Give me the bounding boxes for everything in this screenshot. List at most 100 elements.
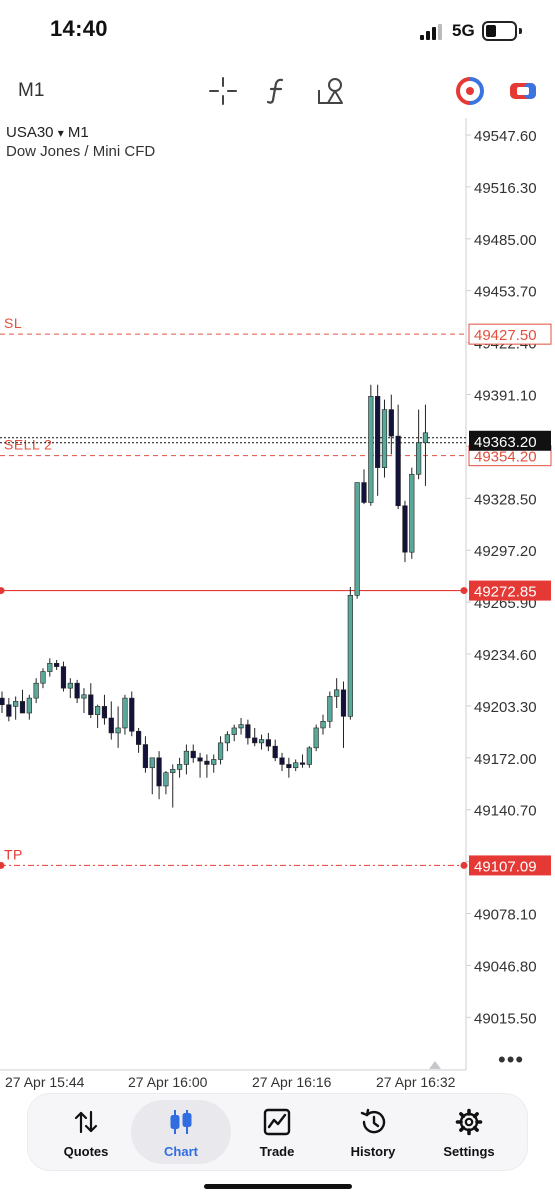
level-label: TP [4, 846, 23, 862]
candle [347, 587, 353, 720]
network-type: 5G [452, 21, 475, 40]
candle [252, 727, 258, 747]
nav-history[interactable]: History [323, 1100, 423, 1164]
candle [334, 678, 340, 709]
candle-body [252, 737, 258, 744]
candle-body [402, 505, 408, 553]
nav-chart[interactable]: Chart [131, 1100, 231, 1164]
status-time: 14:40 [50, 16, 108, 41]
candle-body [176, 764, 183, 770]
candle-body [409, 473, 415, 553]
candle [416, 409, 422, 480]
candle [306, 746, 312, 768]
candle-body [13, 701, 19, 707]
time-label: 27 Apr 15:44 [5, 1074, 85, 1090]
candle-body [368, 396, 374, 503]
candle [40, 668, 46, 689]
candle [33, 678, 39, 704]
candle-body [108, 717, 114, 734]
candle-body [340, 689, 347, 717]
objects-icon[interactable] [316, 76, 346, 106]
candle [176, 757, 183, 778]
nav-trade[interactable]: Trade [227, 1100, 327, 1164]
price-tick-label: 49078.10 [474, 907, 537, 924]
price-tick-label: 49015.50 [474, 1010, 537, 1027]
price-tick-label: 49328.50 [474, 491, 537, 508]
candle [375, 384, 381, 496]
candle [115, 706, 121, 748]
candle [60, 661, 67, 692]
candle-body [293, 762, 299, 769]
symbol-description: Dow Jones / Mini CFD [6, 143, 156, 160]
symbol-timeframe: M1 [67, 124, 89, 141]
candle [293, 759, 299, 772]
symbol-header[interactable]: USA30 ▾ M1 [6, 124, 89, 141]
candle-body [33, 682, 39, 699]
candle-body [422, 432, 429, 444]
order-switch-icon[interactable] [455, 76, 485, 106]
candle [258, 734, 265, 750]
candle-body [245, 724, 251, 739]
candle [54, 659, 60, 670]
timeframe-selector[interactable]: M1 [18, 80, 44, 102]
status-bar: 14:40 5G [0, 0, 555, 62]
candle [409, 467, 415, 559]
candle-body [136, 730, 142, 745]
candle [299, 754, 306, 768]
level-handle-right [460, 587, 468, 595]
price-chart[interactable]: 49547.6049516.3049485.0049453.7049422.40… [0, 118, 555, 1071]
candle-body [163, 772, 169, 787]
candle [245, 719, 251, 745]
candle-body [95, 706, 101, 715]
nav-label: Quotes [63, 1144, 109, 1159]
candle [354, 482, 360, 599]
scroll-to-end-icon[interactable] [429, 1061, 441, 1069]
time-axis: 27 Apr 15:44 27 Apr 16:00 27 Apr 16:16 2… [0, 1070, 555, 1094]
crosshair-icon[interactable] [208, 76, 238, 106]
candle-body [299, 762, 306, 765]
candle [13, 696, 19, 720]
battery-tip [519, 28, 522, 34]
candle [402, 500, 408, 563]
nav-settings[interactable]: Settings [419, 1100, 519, 1164]
candle [217, 736, 224, 765]
candle [26, 694, 32, 720]
indicators-icon[interactable] [262, 76, 292, 106]
trade-switch-icon[interactable] [508, 76, 538, 106]
candle [313, 724, 319, 752]
candle-body [190, 750, 196, 759]
candle [190, 744, 196, 763]
candle-body [40, 671, 46, 684]
candle-body [129, 697, 135, 732]
level-handle-left [0, 861, 5, 869]
candle-body [81, 694, 87, 699]
price-tick-label: 49547.60 [474, 128, 537, 145]
quotes-icon [74, 1110, 98, 1134]
candle-body [354, 482, 360, 596]
candle-body [416, 442, 422, 475]
candle-body [272, 745, 278, 759]
candle [95, 704, 101, 728]
chart-area[interactable]: 49547.6049516.3049485.0049453.7049422.40… [0, 118, 555, 1071]
level-handle-left [0, 587, 5, 595]
candle-body [334, 689, 340, 697]
candle [136, 727, 142, 753]
candle-body [67, 682, 73, 689]
candle-body [170, 769, 176, 774]
candle-body [217, 742, 224, 760]
nav-label: Settings [443, 1144, 495, 1159]
candle-body [279, 757, 285, 765]
candle-body [320, 721, 326, 729]
candle-body [238, 724, 244, 729]
candle-body [258, 739, 265, 744]
nav-label: Trade [259, 1144, 295, 1159]
candle-body [197, 757, 203, 762]
chart-toolbar: M1 [0, 62, 555, 118]
candle [340, 681, 347, 748]
time-label: 27 Apr 16:00 [128, 1074, 208, 1090]
candle [142, 736, 149, 773]
candle [81, 688, 87, 714]
price-tick-label: 49485.00 [474, 232, 537, 249]
nav-quotes[interactable]: Quotes [36, 1100, 136, 1164]
level-label: SELL 2 [4, 437, 52, 453]
